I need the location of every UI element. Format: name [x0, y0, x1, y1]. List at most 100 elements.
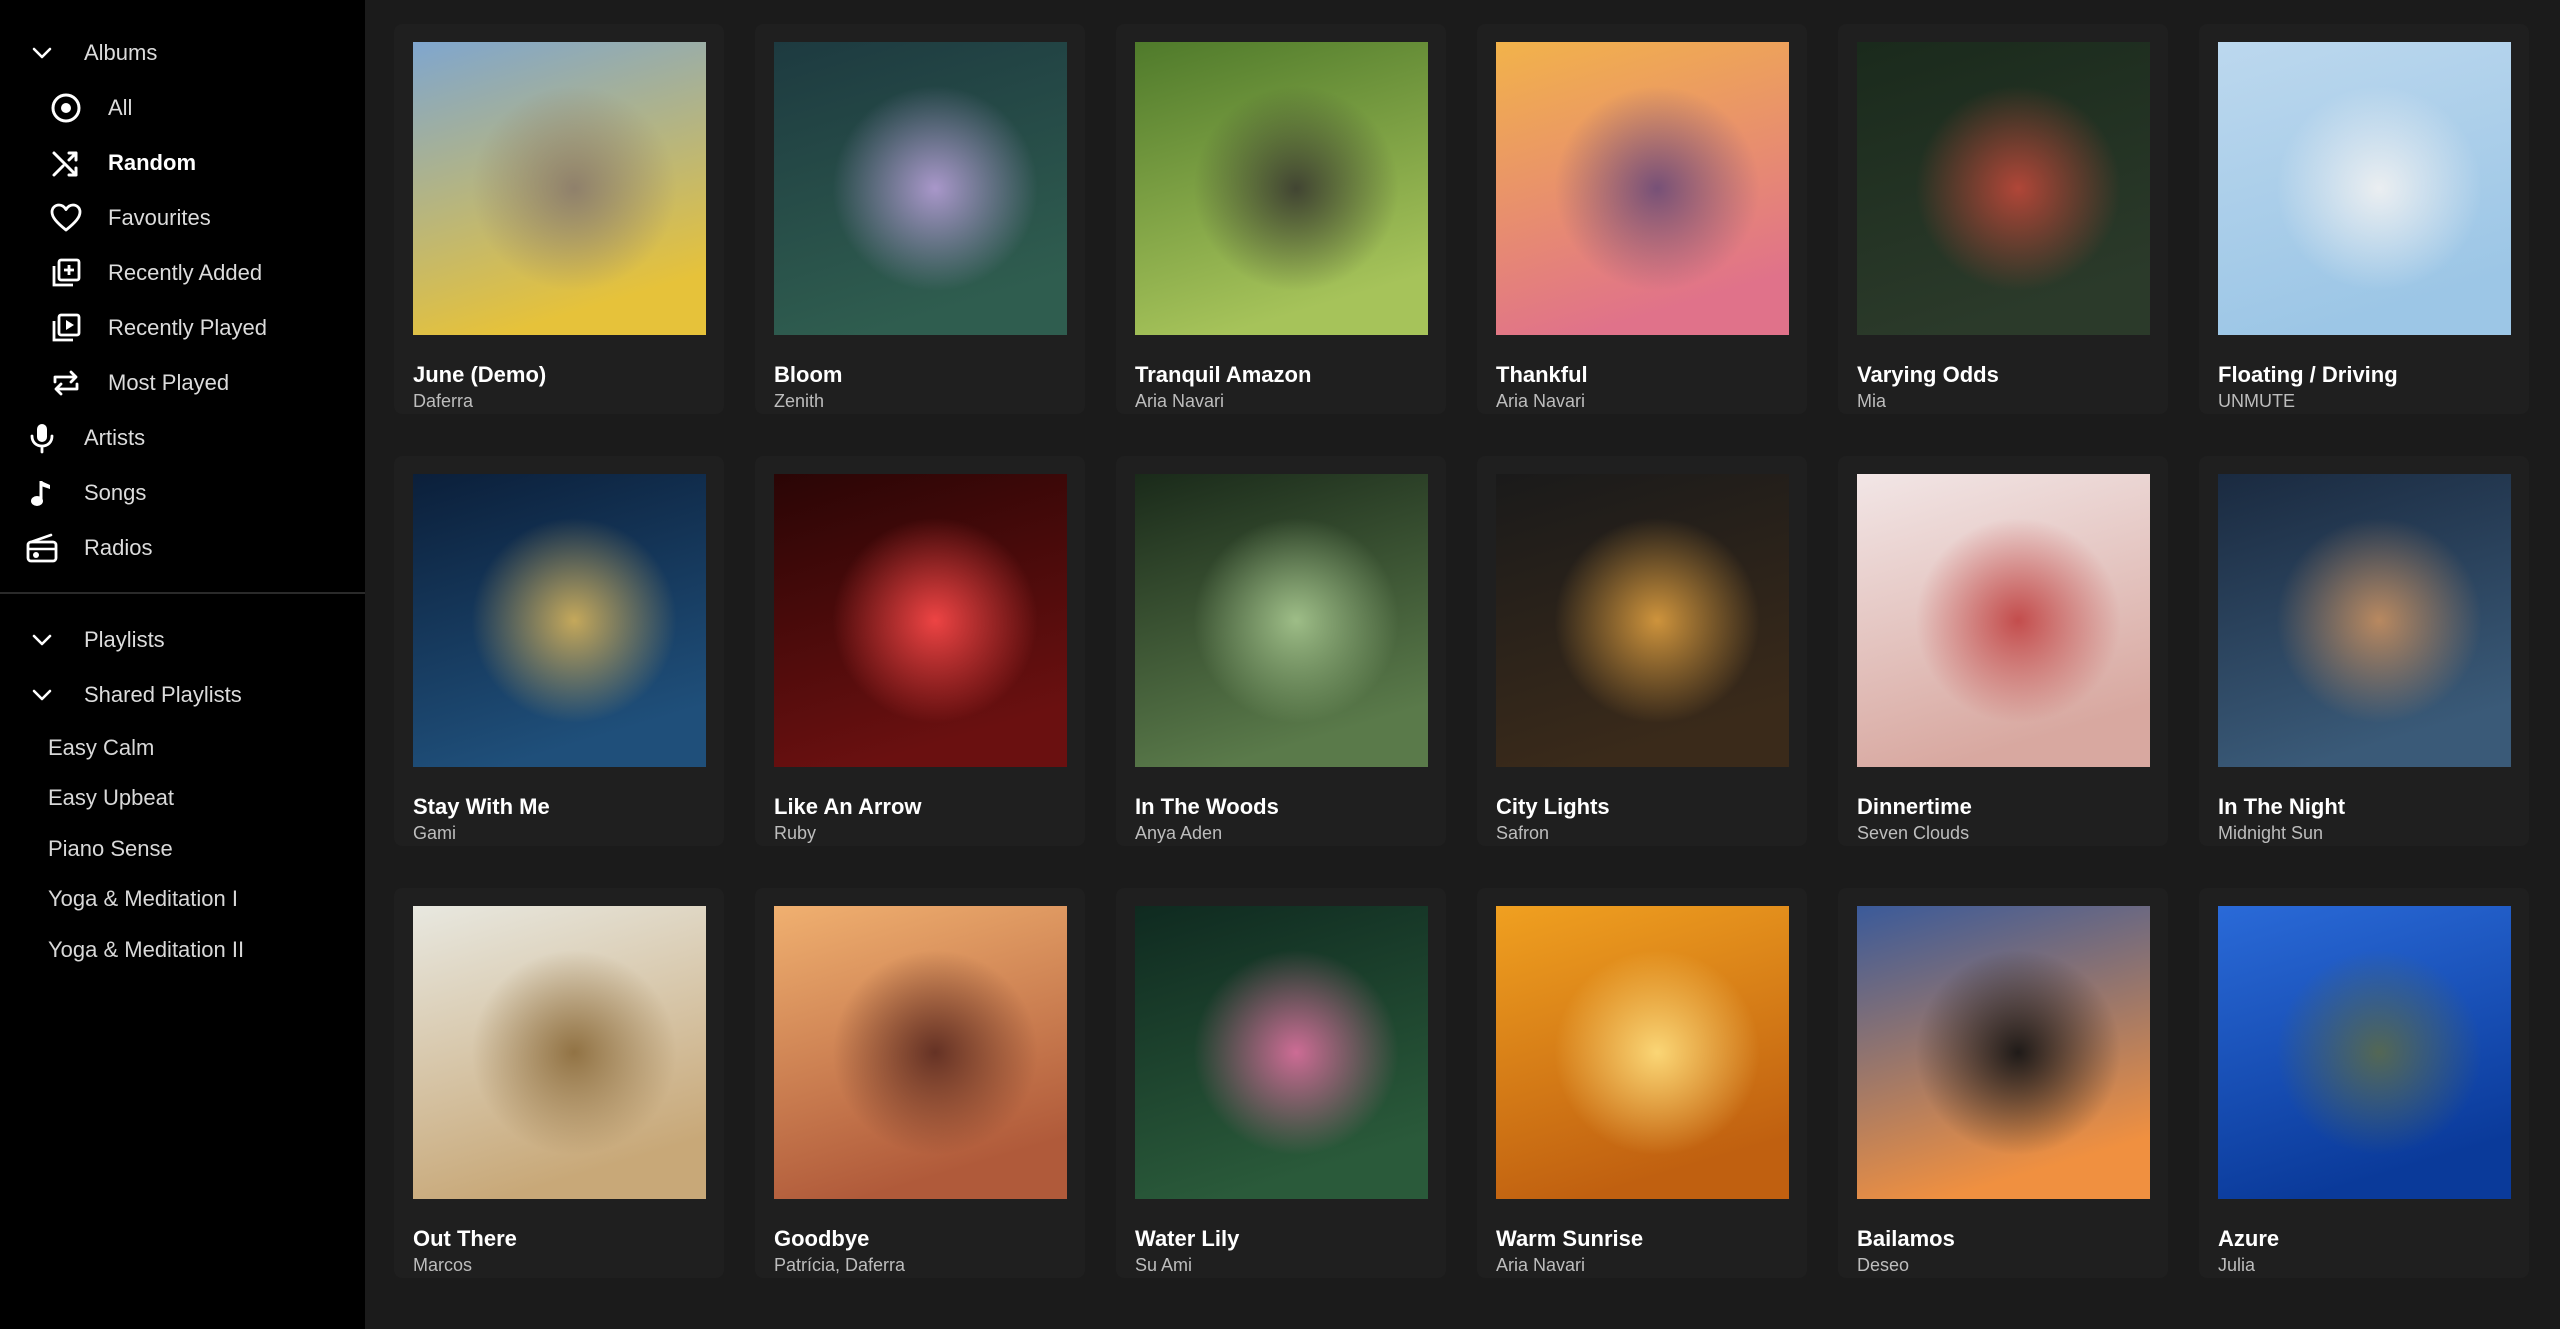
- album-artist[interactable]: Midnight Sun: [2218, 823, 2323, 844]
- sidebar-item-recently-played[interactable]: Recently Played: [0, 303, 365, 353]
- album-title: In The Night: [2218, 794, 2346, 819]
- sidebar-item-label: Recently Played: [108, 315, 267, 340]
- microphone-icon: [24, 420, 60, 456]
- album-artist[interactable]: Daferra: [413, 391, 473, 412]
- sidebar-item-all[interactable]: All: [0, 83, 365, 133]
- sidebar-item-random[interactable]: Random: [0, 138, 365, 188]
- album-cover-image: [1496, 42, 1789, 335]
- album-card[interactable]: Like An Arrow Ruby: [755, 456, 1085, 846]
- album-card[interactable]: June (Demo) Daferra: [394, 24, 724, 414]
- album-card[interactable]: Tranquil Amazon Aria Navari: [1116, 24, 1446, 414]
- album-artist[interactable]: Aria Navari: [1135, 391, 1224, 412]
- playlist-item-yoga-meditation-1[interactable]: Yoga & Meditation I: [48, 886, 238, 912]
- album-card[interactable]: Azure Julia: [2199, 888, 2529, 1278]
- shared-playlists-label: Shared Playlists: [84, 682, 242, 707]
- album-title: Out There: [413, 1226, 517, 1251]
- playlist-item-piano-sense[interactable]: Piano Sense: [48, 836, 173, 862]
- sidebar-item-label: Most Played: [108, 370, 230, 395]
- album-artist[interactable]: UNMUTE: [2218, 391, 2295, 412]
- album-card[interactable]: Bailamos Deseo: [1838, 888, 2168, 1278]
- album-card[interactable]: Warm Sunrise Aria Navari: [1477, 888, 1807, 1278]
- album-title: Dinnertime: [1857, 794, 1972, 819]
- album-cover-image: [774, 42, 1067, 335]
- album-title: Warm Sunrise: [1496, 1226, 1644, 1251]
- heart-icon: [48, 200, 84, 236]
- sidebar-item-recently-added[interactable]: Recently Added: [0, 248, 365, 298]
- music-note-icon: [24, 475, 60, 511]
- shared-playlists-section-toggle[interactable]: Shared Playlists: [0, 670, 365, 720]
- sidebar-item-label: All: [108, 95, 133, 120]
- disc-icon: [48, 90, 84, 126]
- album-cover-image: [2218, 42, 2511, 335]
- album-cover-image: [1857, 474, 2150, 767]
- album-artist[interactable]: Marcos: [413, 1255, 472, 1276]
- album-artist[interactable]: Aria Navari: [1496, 391, 1585, 412]
- album-card[interactable]: Water Lily Su Ami: [1116, 888, 1446, 1278]
- album-cover-image: [1135, 42, 1428, 335]
- album-artist[interactable]: Zenith: [774, 391, 824, 412]
- album-card[interactable]: Bloom Zenith: [755, 24, 1085, 414]
- album-artist[interactable]: Anya Aden: [1135, 823, 1222, 844]
- playlist-item-easy-calm[interactable]: Easy Calm: [48, 735, 154, 761]
- playlist-item-easy-upbeat[interactable]: Easy Upbeat: [48, 785, 174, 811]
- album-card[interactable]: Goodbye Patrícia, Daferra: [755, 888, 1085, 1278]
- album-artist[interactable]: Gami: [413, 823, 456, 844]
- album-title: Azure: [2218, 1226, 2280, 1251]
- album-artist[interactable]: Su Ami: [1135, 1255, 1192, 1276]
- album-card[interactable]: In The Woods Anya Aden: [1116, 456, 1446, 846]
- album-title: Stay With Me: [413, 794, 550, 819]
- album-card[interactable]: Out There Marcos: [394, 888, 724, 1278]
- album-artist[interactable]: Ruby: [774, 823, 816, 844]
- sidebar-item-songs[interactable]: Songs: [0, 468, 365, 518]
- shuffle-icon: [48, 145, 84, 181]
- album-card[interactable]: Dinnertime Seven Clouds: [1838, 456, 2168, 846]
- repeat-icon: [48, 365, 84, 401]
- album-cover-image: [1496, 906, 1789, 1199]
- sidebar-item-label: Songs: [84, 480, 147, 505]
- sidebar-item-label: Recently Added: [108, 260, 263, 285]
- album-card[interactable]: In The Night Midnight Sun: [2199, 456, 2529, 846]
- album-cover-image: [2218, 474, 2511, 767]
- album-card[interactable]: Varying Odds Mia: [1838, 24, 2168, 414]
- sidebar-item-radios[interactable]: Radios: [0, 523, 365, 573]
- sidebar-item-artists[interactable]: Artists: [0, 413, 365, 463]
- album-title: Water Lily: [1135, 1226, 1240, 1251]
- album-cover-image: [2218, 906, 2511, 1199]
- sidebar-item-most-played[interactable]: Most Played: [0, 358, 365, 408]
- sidebar: Albums All Random Favourites Recently Ad…: [0, 0, 365, 1329]
- albums-section-toggle[interactable]: Albums: [0, 28, 365, 78]
- album-cover-image: [413, 42, 706, 335]
- album-card[interactable]: Floating / Driving UNMUTE: [2199, 24, 2529, 414]
- album-cover-image: [413, 906, 706, 1199]
- playlist-item-yoga-meditation-2[interactable]: Yoga & Meditation II: [48, 937, 244, 963]
- album-title: Thankful: [1496, 362, 1588, 387]
- playlists-section-toggle[interactable]: Playlists: [0, 615, 365, 665]
- album-artist[interactable]: Seven Clouds: [1857, 823, 1969, 844]
- album-title: Floating / Driving: [2218, 362, 2398, 387]
- album-title: Goodbye: [774, 1226, 870, 1251]
- album-title: City Lights: [1496, 794, 1610, 819]
- album-title: Tranquil Amazon: [1135, 362, 1312, 387]
- sidebar-item-label: Artists: [84, 425, 146, 450]
- album-artist[interactable]: Julia: [2218, 1255, 2255, 1276]
- chevron-down-icon: [24, 677, 60, 713]
- album-cover-image: [1496, 474, 1789, 767]
- chevron-down-icon: [24, 35, 60, 71]
- album-title: Bailamos: [1857, 1226, 1955, 1251]
- album-card[interactable]: City Lights Safron: [1477, 456, 1807, 846]
- album-artist[interactable]: Safron: [1496, 823, 1549, 844]
- album-artist[interactable]: Aria Navari: [1496, 1255, 1585, 1276]
- album-artist[interactable]: Deseo: [1857, 1255, 1909, 1276]
- album-grid: June (Demo) Daferra Bloom Zenith Tranquil Am…: [365, 0, 2560, 1329]
- sidebar-item-favourites[interactable]: Favourites: [0, 193, 365, 243]
- album-card[interactable]: Thankful Aria Navari: [1477, 24, 1807, 414]
- album-title: Bloom: [774, 362, 843, 387]
- radio-icon: [24, 530, 60, 566]
- chevron-down-icon: [24, 622, 60, 658]
- album-cover-image: [1135, 474, 1428, 767]
- sidebar-divider: [0, 592, 365, 594]
- album-artist[interactable]: Patrícia, Daferra: [774, 1255, 905, 1276]
- play-library-icon: [48, 310, 84, 346]
- album-artist[interactable]: Mia: [1857, 391, 1886, 412]
- album-card[interactable]: Stay With Me Gami: [394, 456, 724, 846]
